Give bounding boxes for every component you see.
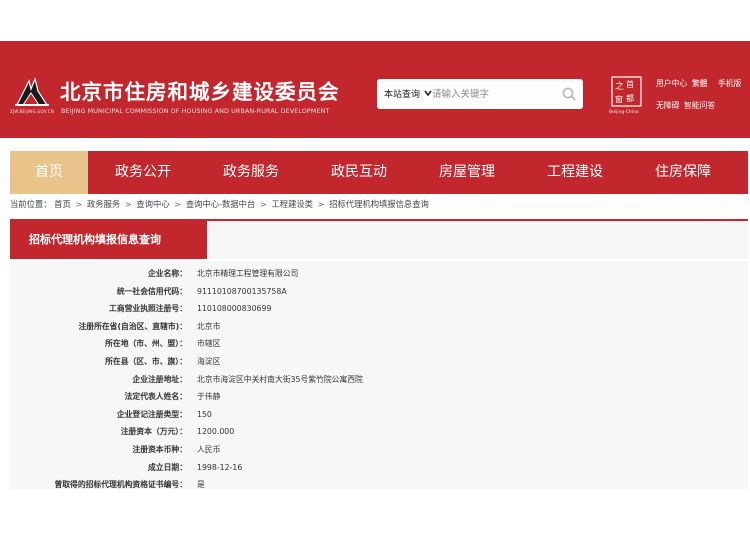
detail-row: 注册资本币种： 人民币 bbox=[10, 441, 748, 459]
emblem-logo-icon[interactable] bbox=[13, 75, 51, 107]
search-icon[interactable] bbox=[561, 86, 577, 102]
nav-item-housing-security[interactable]: 住房保障 bbox=[636, 151, 730, 194]
detail-value: 1998-12-16 bbox=[197, 462, 243, 472]
traditional-chinese-link[interactable]: 繁體 bbox=[692, 78, 708, 89]
detail-value: 北京市精理工程管理有限公司 bbox=[197, 269, 299, 278]
detail-row: 成立日期： 1998-12-16 bbox=[10, 459, 748, 477]
site-title[interactable]: 北京市住房和城乡建设委员会 bbox=[60, 75, 340, 105]
breadcrumb-current[interactable]: 招标代理机构填报信息查询 bbox=[329, 199, 429, 209]
detail-value: 是 bbox=[197, 480, 205, 490]
detail-row: 所在地（市、州、盟）： 市辖区 bbox=[10, 335, 748, 353]
nav-item-gov-services[interactable]: 政务服务 bbox=[204, 151, 298, 194]
breadcrumb-separator: > bbox=[75, 199, 83, 209]
mobile-version-link[interactable]: 手机版 bbox=[718, 78, 741, 89]
detail-value: 海淀区 bbox=[197, 357, 221, 366]
detail-value: 北京市海淀区中关村南大街35号紫竹院公寓西院 bbox=[197, 374, 363, 384]
accessibility-link[interactable]: 无障碍 bbox=[656, 100, 679, 111]
detail-row: 企业名称： 北京市精理工程管理有限公司 bbox=[10, 265, 748, 283]
detail-row: 统一社会信用代码： 91110108700135758A bbox=[10, 283, 748, 301]
detail-value: 于伟静 bbox=[197, 392, 221, 402]
detail-row: 企业注册地址： 北京市海淀区中关村南大街35号紫竹院公寓西院 bbox=[10, 371, 748, 389]
main-nav: 首页 政务公开 政务服务 政民互动 房屋管理 工程建设 住房保障 bbox=[10, 151, 748, 194]
search-scope-select[interactable]: 本站查询 bbox=[384, 87, 420, 100]
nav-item-interaction[interactable]: 政民互动 bbox=[312, 151, 406, 194]
detail-value: 市辖区 bbox=[197, 339, 221, 349]
detail-value: 人民币 bbox=[197, 445, 221, 454]
detail-value: 北京市 bbox=[197, 321, 221, 331]
detail-label: 统一社会信用代码： bbox=[116, 286, 187, 296]
smart-qa-link[interactable]: 智能问答 bbox=[684, 100, 715, 111]
detail-label: 所在地（市、州、盟）： bbox=[105, 339, 187, 349]
site-subtitle: BEIJING MUNICIPAL COMMISSION OF HOUSING … bbox=[61, 107, 330, 115]
detail-row: 注册资本（万元）： 1200.000 bbox=[10, 423, 748, 441]
info-panel: 招标代理机构填报信息查询 企业名称： 北京市精理工程管理有限公司 统一社会信用代… bbox=[10, 221, 748, 491]
detail-label: 曾取得的招标代理机构资格证书编号： bbox=[54, 480, 187, 490]
detail-value: 110108000830699 bbox=[197, 304, 272, 314]
breadcrumb-prefix: 当前位置： bbox=[10, 199, 52, 209]
breadcrumb-separator: > bbox=[124, 199, 132, 209]
search-box: 本站查询 bbox=[377, 79, 583, 109]
svg-text:窗: 窗 bbox=[615, 94, 623, 104]
detail-table: 企业名称： 北京市精理工程管理有限公司 统一社会信用代码： 9111010870… bbox=[10, 261, 748, 489]
breadcrumb-separator: > bbox=[259, 199, 267, 209]
detail-row: 法定代表人姓名： 于伟静 bbox=[10, 388, 748, 406]
breadcrumb-separator: > bbox=[317, 199, 325, 209]
detail-label: 法定代表人姓名： bbox=[124, 392, 187, 402]
breadcrumb-construction[interactable]: 工程建设类 bbox=[271, 199, 313, 209]
breadcrumb: 当前位置： 首页 > 政务服务 > 查询中心 > 查询中心-数据中台 > 工程建… bbox=[10, 198, 748, 212]
nav-item-gov-affairs[interactable]: 政务公开 bbox=[96, 151, 190, 194]
site-header: ZJW.BEIJING.GOV.CN 北京市住房和城乡建设委员会 BEIJING… bbox=[0, 41, 750, 138]
capital-logo-caption: Beijing·China bbox=[609, 110, 639, 115]
nav-item-housing-management[interactable]: 房屋管理 bbox=[420, 151, 514, 194]
emblem-url: ZJW.BEIJING.GOV.CN bbox=[10, 109, 54, 114]
svg-text:首: 首 bbox=[626, 79, 634, 89]
detail-row: 注册所在省(自治区、直辖市)： 北京市 bbox=[10, 318, 748, 336]
detail-label: 企业注册地址： bbox=[132, 374, 187, 384]
detail-row: 曾取得的招标代理机构资格证书编号： 是 bbox=[10, 476, 748, 494]
nav-item-construction[interactable]: 工程建设 bbox=[528, 151, 622, 194]
detail-label: 工商营业执照注册号： bbox=[109, 304, 187, 314]
detail-value: 91110108700135758A bbox=[197, 286, 287, 296]
detail-label: 注册资本币种： bbox=[132, 445, 187, 454]
detail-row: 所在县（区、市、旗）： 海淀区 bbox=[10, 353, 748, 371]
detail-value: 150 bbox=[197, 409, 212, 419]
detail-label: 企业登记注册类型： bbox=[116, 409, 187, 419]
breadcrumb-query-center[interactable]: 查询中心 bbox=[136, 199, 169, 209]
detail-label: 注册资本（万元）： bbox=[120, 427, 187, 437]
detail-label: 成立日期： bbox=[148, 462, 187, 472]
capital-logo-icon[interactable]: 之 首 都 窗 bbox=[611, 76, 642, 107]
nav-item-home[interactable]: 首页 bbox=[10, 151, 88, 194]
detail-label: 企业名称： bbox=[148, 269, 187, 278]
search-input[interactable] bbox=[432, 85, 552, 103]
breadcrumb-home[interactable]: 首页 bbox=[54, 199, 71, 209]
detail-label: 注册所在省(自治区、直辖市)： bbox=[78, 321, 188, 331]
svg-text:都: 都 bbox=[626, 94, 634, 103]
detail-row: 企业登记注册类型： 150 bbox=[10, 406, 748, 424]
panel-title: 招标代理机构填报信息查询 bbox=[10, 221, 207, 259]
breadcrumb-data-platform[interactable]: 查询中心-数据中台 bbox=[186, 199, 255, 209]
detail-label: 所在县（区、市、旗）： bbox=[105, 357, 187, 366]
user-center-link[interactable]: 用户中心 bbox=[656, 78, 687, 89]
breadcrumb-gov-services[interactable]: 政务服务 bbox=[87, 199, 120, 209]
svg-text:之: 之 bbox=[615, 80, 624, 92]
breadcrumb-separator: > bbox=[174, 199, 182, 209]
detail-value: 1200.000 bbox=[197, 427, 235, 437]
detail-row: 工商营业执照注册号： 110108000830699 bbox=[10, 300, 748, 318]
